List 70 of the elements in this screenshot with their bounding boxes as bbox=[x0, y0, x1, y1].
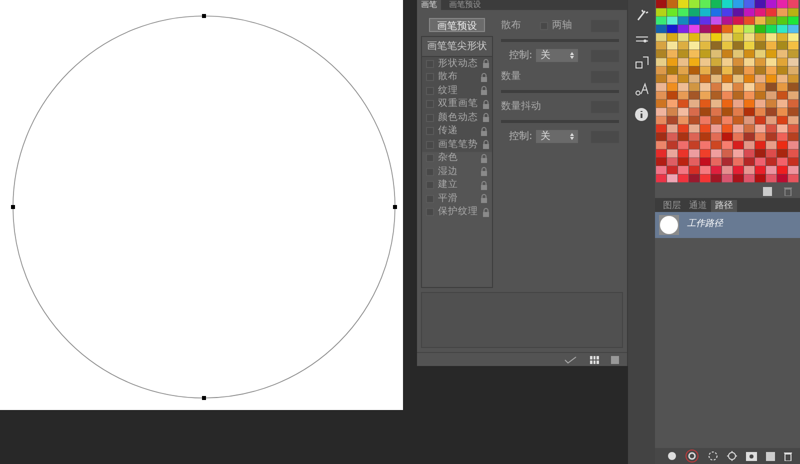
option-item[interactable]: 双重画笔 bbox=[422, 98, 492, 111]
option-label: 杂色 bbox=[438, 151, 459, 166]
option-item[interactable]: 散布 bbox=[422, 70, 492, 84]
option-label: 画笔笔势 bbox=[438, 138, 478, 152]
option-item[interactable]: 纹理 bbox=[422, 84, 492, 98]
option-label: 形状动态 bbox=[438, 56, 478, 71]
option-item[interactable]: 颜色动态 bbox=[422, 111, 492, 124]
setting-label: 散布 bbox=[501, 19, 521, 33]
panel-tab[interactable]: 路径 bbox=[711, 200, 737, 212]
option-label: 散布 bbox=[438, 70, 459, 84]
option-label: 纹理 bbox=[438, 84, 459, 98]
panel-tab[interactable]: 画笔预设 bbox=[445, 0, 485, 10]
lock-icon bbox=[482, 59, 490, 68]
lock-icon bbox=[482, 113, 490, 122]
option-item[interactable]: 建立 bbox=[422, 178, 492, 192]
selection-icon[interactable] bbox=[708, 451, 718, 461]
lock-icon bbox=[482, 208, 490, 217]
control-dropdown[interactable]: 关 bbox=[536, 130, 578, 143]
option-label: 湿边 bbox=[438, 164, 459, 179]
paragraph-style-icon[interactable] bbox=[634, 56, 648, 70]
option-item[interactable]: 平滑 bbox=[422, 192, 492, 206]
panel-tab[interactable]: 通道 bbox=[685, 200, 711, 212]
lock-icon bbox=[480, 154, 488, 163]
character-style-icon[interactable] bbox=[634, 82, 648, 96]
grid-icon[interactable] bbox=[590, 356, 599, 364]
option-item[interactable]: 杂色 bbox=[422, 152, 492, 165]
path-row[interactable]: 工作路径 bbox=[655, 212, 800, 238]
checkbox-label: 两轴 bbox=[552, 18, 572, 33]
option-item[interactable]: 形状动态 bbox=[422, 57, 492, 70]
brush-presets-button[interactable]: 画笔预设 bbox=[429, 18, 485, 32]
option-label: 平滑 bbox=[438, 192, 459, 206]
lock-icon bbox=[480, 72, 488, 82]
option-label: 传递 bbox=[438, 124, 459, 138]
lock-icon bbox=[480, 86, 488, 96]
stepper-icon bbox=[570, 52, 574, 59]
option-label: 保护纹理 bbox=[438, 205, 478, 220]
setting-label: 数量 bbox=[501, 70, 521, 84]
lock-icon bbox=[482, 100, 490, 109]
option-item[interactable]: 保护纹理 bbox=[422, 206, 492, 219]
setting-label: 数量抖动 bbox=[501, 100, 541, 114]
info-icon[interactable] bbox=[635, 108, 648, 121]
control-label: 控制: bbox=[509, 48, 532, 63]
new-swatch-icon[interactable] bbox=[763, 187, 772, 196]
mask-icon[interactable] bbox=[746, 452, 757, 460]
lock-icon bbox=[480, 167, 488, 176]
lock-icon bbox=[480, 194, 488, 204]
control-dropdown[interactable]: 关 bbox=[536, 49, 578, 62]
lock-icon bbox=[480, 180, 488, 190]
option-item[interactable]: 画笔笔势 bbox=[422, 138, 492, 152]
fill-path-icon[interactable] bbox=[668, 452, 676, 460]
brush-icon[interactable] bbox=[634, 8, 648, 22]
lock-icon bbox=[480, 126, 488, 136]
new-path-icon[interactable] bbox=[766, 452, 775, 460]
stroke-path-icon[interactable] bbox=[685, 449, 699, 463]
option-label: 双重画笔 bbox=[438, 97, 478, 112]
path-thumbnail-icon bbox=[659, 215, 679, 235]
sliders-icon[interactable] bbox=[634, 34, 648, 44]
option-item[interactable]: 传递 bbox=[422, 124, 492, 138]
eye-check-icon[interactable] bbox=[564, 356, 578, 364]
panel-tab[interactable]: 图层 bbox=[659, 200, 685, 212]
stepper-icon bbox=[570, 133, 574, 140]
option-label: 建立 bbox=[438, 178, 459, 192]
control-label: 控制: bbox=[509, 130, 532, 144]
option-label: 颜色动态 bbox=[438, 110, 478, 125]
lock-icon bbox=[482, 140, 490, 150]
new-preset-icon[interactable] bbox=[611, 356, 619, 364]
panel-tab[interactable]: 画笔 bbox=[417, 0, 441, 10]
path-name: 工作路径 bbox=[687, 218, 723, 232]
option-item[interactable]: 湿边 bbox=[422, 165, 492, 178]
anchor-path-icon[interactable] bbox=[727, 451, 737, 461]
